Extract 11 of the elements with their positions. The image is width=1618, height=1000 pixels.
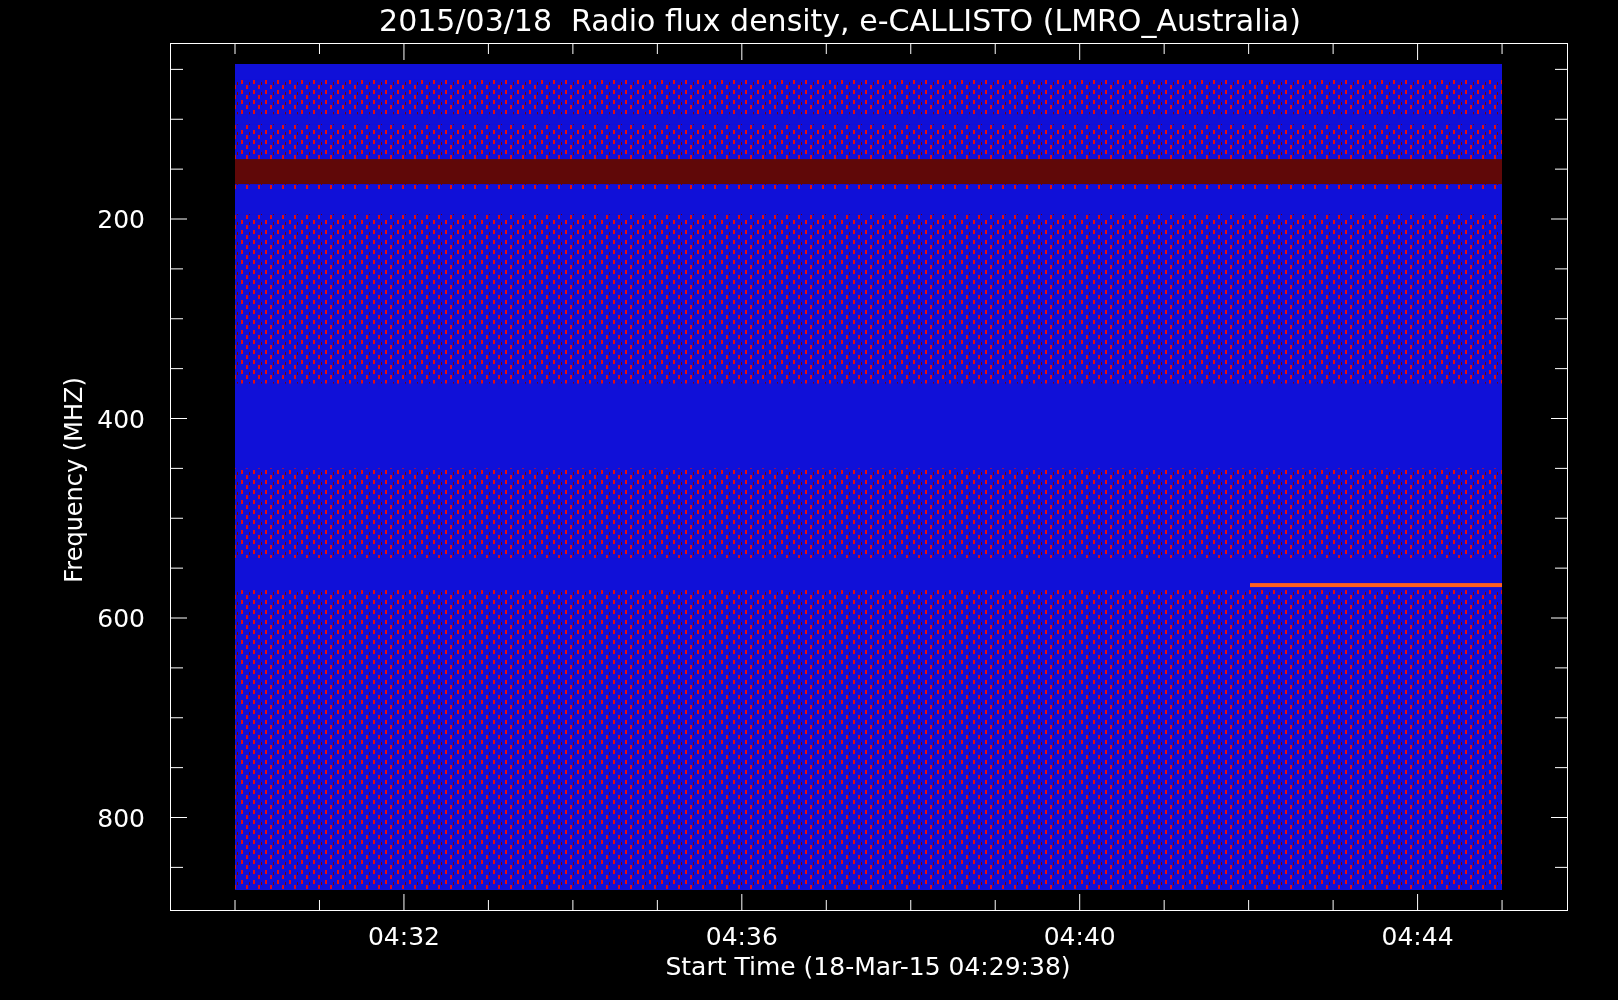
y-tick-label: 800 xyxy=(97,803,145,833)
y-axis-title: Frequency (MHZ) xyxy=(60,377,88,583)
x-tick-label: 04:36 xyxy=(705,922,778,951)
x-tick-label: 04:32 xyxy=(367,922,440,951)
y-tick-label: 600 xyxy=(97,604,145,633)
x-axis-title: Start Time (18-Mar-15 04:29:38) xyxy=(665,952,1071,981)
x-tick-label: 04:40 xyxy=(1043,922,1116,951)
y-tick-label: 400 xyxy=(97,404,145,434)
x-tick-label: 04:44 xyxy=(1381,922,1454,951)
y-tick-label: 200 xyxy=(97,205,145,234)
chart-title: 2015/03/18 Radio flux density, e-CALLISTO (LMRO_Australia) xyxy=(379,3,1301,38)
